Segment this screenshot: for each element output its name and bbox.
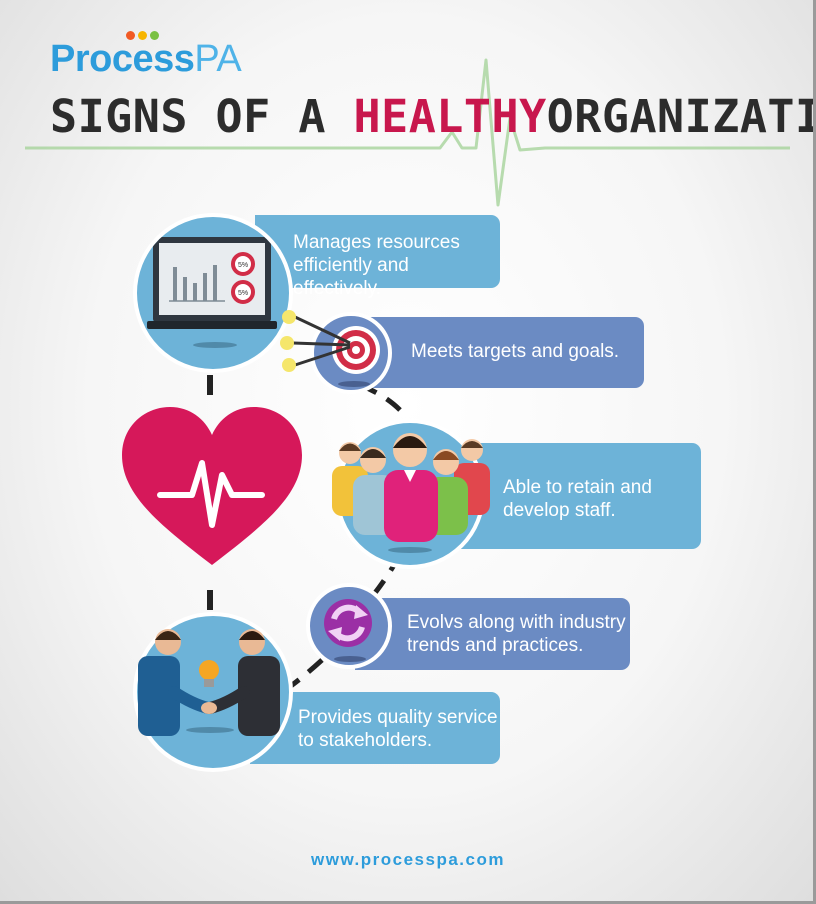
target-arrows-icon xyxy=(280,310,351,372)
node-evolve-label: Evolvs along with industry trends and pr… xyxy=(355,598,630,670)
node-staff-line2: develop staff. xyxy=(503,500,616,521)
node-service-line2: to stakeholders. xyxy=(298,730,433,751)
node-evolve-line1: Evolvs along with industry xyxy=(407,612,626,633)
node-service-line1: Provides quality service xyxy=(298,707,498,728)
handshake-icon xyxy=(138,629,280,736)
monitor-badge-2: 5% xyxy=(238,290,248,297)
node-resources-circle: 5% 5% xyxy=(133,213,293,373)
node-staff-line1: Able to retain and xyxy=(503,477,652,498)
monitor-badge-1: 5% xyxy=(238,262,248,269)
team-people-icon xyxy=(332,433,490,553)
footer-url[interactable]: www.processpa.com xyxy=(0,850,813,870)
node-targets-label: Meets targets and goals. xyxy=(355,317,644,388)
node-targets-line1: Meets targets and goals. xyxy=(411,341,620,362)
node-evolve-line2: trends and practices. xyxy=(407,635,584,656)
node-resources-line2: efficiently and effectively. xyxy=(293,255,409,299)
node-resources-line1: Manages resources xyxy=(293,232,460,253)
node-evolve-circle xyxy=(306,583,392,669)
node-resources-label: Manages resources efficiently and effect… xyxy=(255,215,500,299)
heart-pulse-icon xyxy=(122,407,302,565)
infographic: ProcessPA SIGNS OF A HEALTHYORGANIZATION… xyxy=(0,0,816,904)
